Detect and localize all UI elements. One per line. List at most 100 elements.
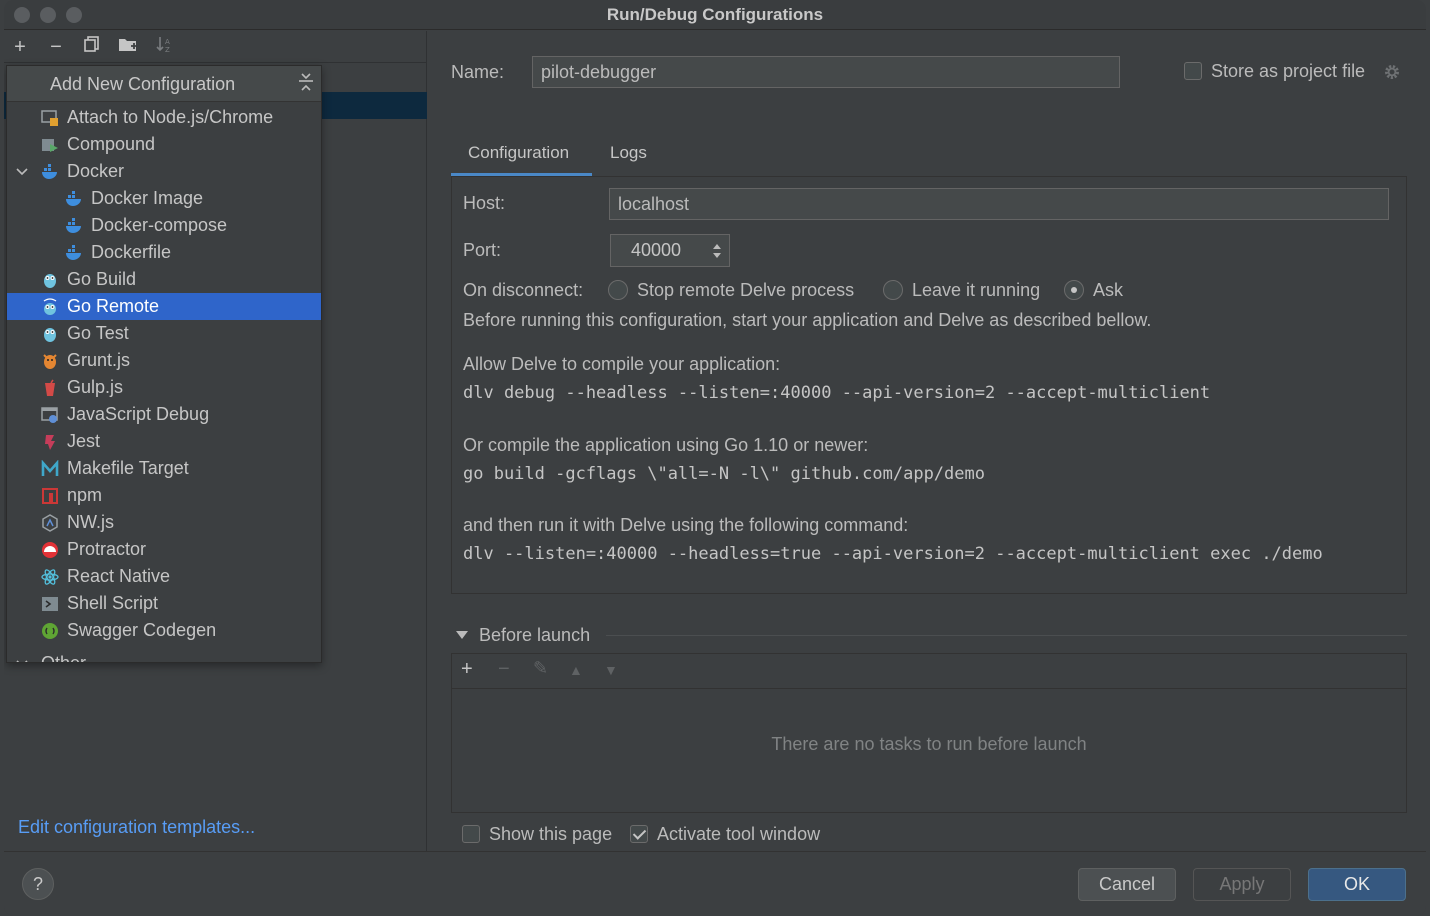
move-into-folder-button[interactable]: [116, 35, 140, 59]
copy-icon: [84, 36, 99, 52]
before-launch-toolbar-divider: [452, 688, 1406, 689]
port-spinner[interactable]: 40000: [610, 234, 730, 267]
tab-logs[interactable]: Logs: [610, 143, 647, 163]
config-type-makefile[interactable]: Makefile Target: [7, 455, 321, 482]
compound-icon: [42, 139, 58, 152]
remove-task-button[interactable]: −: [498, 658, 510, 681]
step2-text: Or compile the application using Go 1.10…: [463, 435, 869, 455]
config-type-react-native[interactable]: React Native: [7, 563, 321, 590]
gopher-icon: [44, 274, 56, 288]
sort-configurations-button[interactable]: AZ: [152, 35, 176, 59]
spinner-arrows-icon[interactable]: [711, 241, 723, 261]
folder-icon: [119, 39, 137, 51]
radio-stop-delve-label: Stop remote Delve process: [637, 280, 855, 300]
config-type-javascript-debug[interactable]: JavaScript Debug: [7, 401, 321, 428]
protractor-icon: [42, 542, 58, 558]
before-launch-separator: [606, 635, 1407, 636]
sort-icon: AZ: [156, 37, 170, 54]
host-input[interactable]: localhost: [609, 188, 1389, 220]
step3-text: and then run it with Delve using the fol…: [463, 515, 909, 535]
host-label: Host:: [463, 193, 506, 213]
apply-button[interactable]: Apply: [1193, 868, 1291, 901]
port-value: 40000: [631, 240, 682, 260]
intro-text: Before running this configuration, start…: [463, 310, 1152, 330]
jest-icon: [45, 435, 55, 450]
config-type-compound[interactable]: Compound: [7, 131, 321, 158]
item-label: Docker: [67, 161, 125, 181]
activate-tool-window-checkbox[interactable]: [630, 825, 648, 843]
activate-tool-window-label: Activate tool window: [657, 824, 821, 844]
nodejs-attach-icon: [41, 110, 58, 126]
move-up-button[interactable]: ▲: [569, 662, 583, 678]
item-label: Grunt.js: [67, 350, 131, 370]
gear-icon[interactable]: [1383, 63, 1401, 81]
cancel-button[interactable]: Cancel: [1078, 868, 1176, 901]
before-launch-empty-text: There are no tasks to run before launch: [771, 734, 1087, 754]
item-label: Jest: [67, 431, 101, 451]
move-down-button[interactable]: ▼: [604, 662, 618, 678]
config-type-go-build[interactable]: Go Build: [7, 266, 321, 293]
radio-ask[interactable]: [1064, 280, 1084, 300]
config-type-npm[interactable]: npm: [7, 482, 321, 509]
popup-header: Add New Configuration: [7, 66, 321, 102]
item-label: Docker-compose: [91, 215, 228, 235]
edit-templates-link[interactable]: Edit configuration templates...: [18, 817, 255, 838]
collapse-before-launch-icon[interactable]: [455, 629, 469, 641]
config-type-docker-compose[interactable]: Docker-compose: [7, 212, 321, 239]
config-type-attach-nodejs[interactable]: Attach to Node.js/Chrome: [7, 104, 321, 131]
add-task-button[interactable]: +: [461, 658, 473, 681]
name-label: Name:: [451, 62, 505, 82]
config-type-dockerfile[interactable]: Dockerfile: [7, 239, 321, 266]
item-label: Go Remote: [67, 296, 160, 316]
item-label: Compound: [67, 134, 156, 154]
chevron-down-icon[interactable]: [16, 658, 28, 663]
config-type-docker-image[interactable]: Docker Image: [7, 185, 321, 212]
step3-command: dlv --listen=:40000 --headless=true --ap…: [463, 544, 1323, 564]
item-label: Protractor: [67, 539, 147, 559]
config-type-docker[interactable]: Docker: [7, 158, 321, 185]
item-label: Swagger Codegen: [67, 620, 217, 640]
grunt-icon: [43, 354, 57, 369]
item-label: NW.js: [67, 512, 114, 532]
tab-configuration[interactable]: Configuration: [468, 143, 569, 163]
gopher-remote-icon: [43, 298, 57, 315]
collapse-all-icon[interactable]: [297, 72, 315, 92]
edit-task-button[interactable]: ✎: [533, 658, 548, 679]
name-input[interactable]: pilot-debugger: [532, 56, 1120, 88]
config-type-grunt[interactable]: Grunt.js: [7, 347, 321, 374]
item-label: Makefile Target: [67, 458, 189, 478]
step2-command: go build -gcflags \"all=-N -l\" github.c…: [463, 464, 985, 484]
chevron-down-icon[interactable]: [16, 166, 28, 178]
add-configuration-button[interactable]: +: [8, 35, 32, 59]
config-type-go-remote[interactable]: Go Remote: [7, 293, 321, 320]
docker-icon: [66, 191, 81, 206]
config-type-shell-script[interactable]: Shell Script: [7, 590, 321, 617]
config-type-swagger[interactable]: Swagger Codegen: [7, 617, 321, 644]
copy-configuration-button[interactable]: [80, 35, 104, 59]
radio-leave-running[interactable]: [883, 280, 903, 300]
config-type-other-group[interactable]: Other: [7, 650, 321, 663]
makefile-icon: [41, 460, 59, 476]
before-launch-panel: There are no tasks to run before launch: [451, 653, 1407, 813]
ok-button[interactable]: OK: [1308, 868, 1406, 901]
before-launch-title: Before launch: [479, 625, 591, 645]
add-configuration-popup: Add New Configuration Attach to Node.js/…: [6, 65, 322, 663]
step1-text: Allow Delve to compile your application:: [463, 354, 781, 374]
port-label: Port:: [463, 240, 502, 260]
svg-text:A: A: [165, 38, 170, 46]
help-button[interactable]: ?: [22, 868, 54, 900]
config-type-go-test[interactable]: Go Test: [7, 320, 321, 347]
radio-stop-delve[interactable]: [608, 280, 628, 300]
store-as-project-checkbox[interactable]: [1184, 62, 1202, 80]
config-type-jest[interactable]: Jest: [7, 428, 321, 455]
item-label: Go Build: [67, 269, 137, 289]
config-type-nwjs[interactable]: NW.js: [7, 509, 321, 536]
run-debug-dialog: Run/Debug Configurations + − AZ Edit con…: [4, 0, 1426, 916]
remove-configuration-button[interactable]: −: [44, 35, 68, 59]
radio-leave-running-label: Leave it running: [912, 280, 1041, 300]
item-label: React Native: [67, 566, 171, 586]
config-type-protractor[interactable]: Protractor: [7, 536, 321, 563]
show-page-checkbox[interactable]: [462, 825, 480, 843]
gopher-icon: [44, 328, 56, 342]
config-type-gulp[interactable]: Gulp.js: [7, 374, 321, 401]
